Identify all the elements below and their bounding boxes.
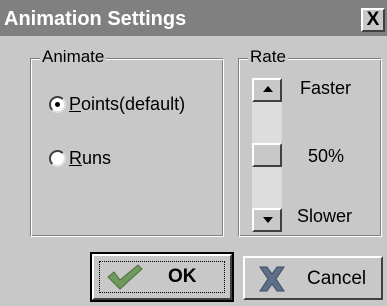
scroll-down-button[interactable] [252, 208, 282, 232]
radio-circle-points[interactable] [49, 96, 66, 113]
rate-scrollbar[interactable] [252, 78, 282, 232]
cancel-button[interactable]: Cancel [243, 256, 383, 300]
ok-button-label: OK [168, 266, 197, 287]
close-button[interactable]: X [361, 8, 385, 32]
arrow-up-icon [263, 86, 273, 92]
rate-faster-label: Faster [300, 78, 352, 98]
radio-points-label: Points(default) [69, 94, 186, 114]
rate-value-label: 50% [308, 146, 345, 166]
radio-runs-label: Runs [69, 148, 112, 168]
ok-button[interactable]: OK [90, 252, 234, 302]
title-bar[interactable]: Animation Settings X [0, 0, 387, 36]
radio-selected-dot [55, 102, 60, 107]
animation-settings-dialog: Animation Settings X Animate Points(defa… [0, 0, 387, 306]
x-cross-icon [259, 266, 285, 292]
radio-points[interactable]: Points(default) [49, 93, 214, 115]
radio-circle-runs[interactable] [49, 150, 66, 167]
animate-group-label: Animate [40, 47, 107, 66]
close-icon: X [366, 9, 380, 30]
rate-scroll-thumb[interactable] [252, 143, 282, 167]
checkmark-icon [107, 264, 143, 290]
rate-slower-label: Slower [297, 206, 353, 226]
scroll-up-button[interactable] [252, 78, 282, 102]
rate-group-label: Rate [248, 47, 288, 66]
dialog-title: Animation Settings [4, 8, 187, 30]
arrow-down-icon [263, 217, 273, 223]
cancel-button-label: Cancel [307, 268, 367, 289]
radio-runs[interactable]: Runs [49, 147, 139, 169]
